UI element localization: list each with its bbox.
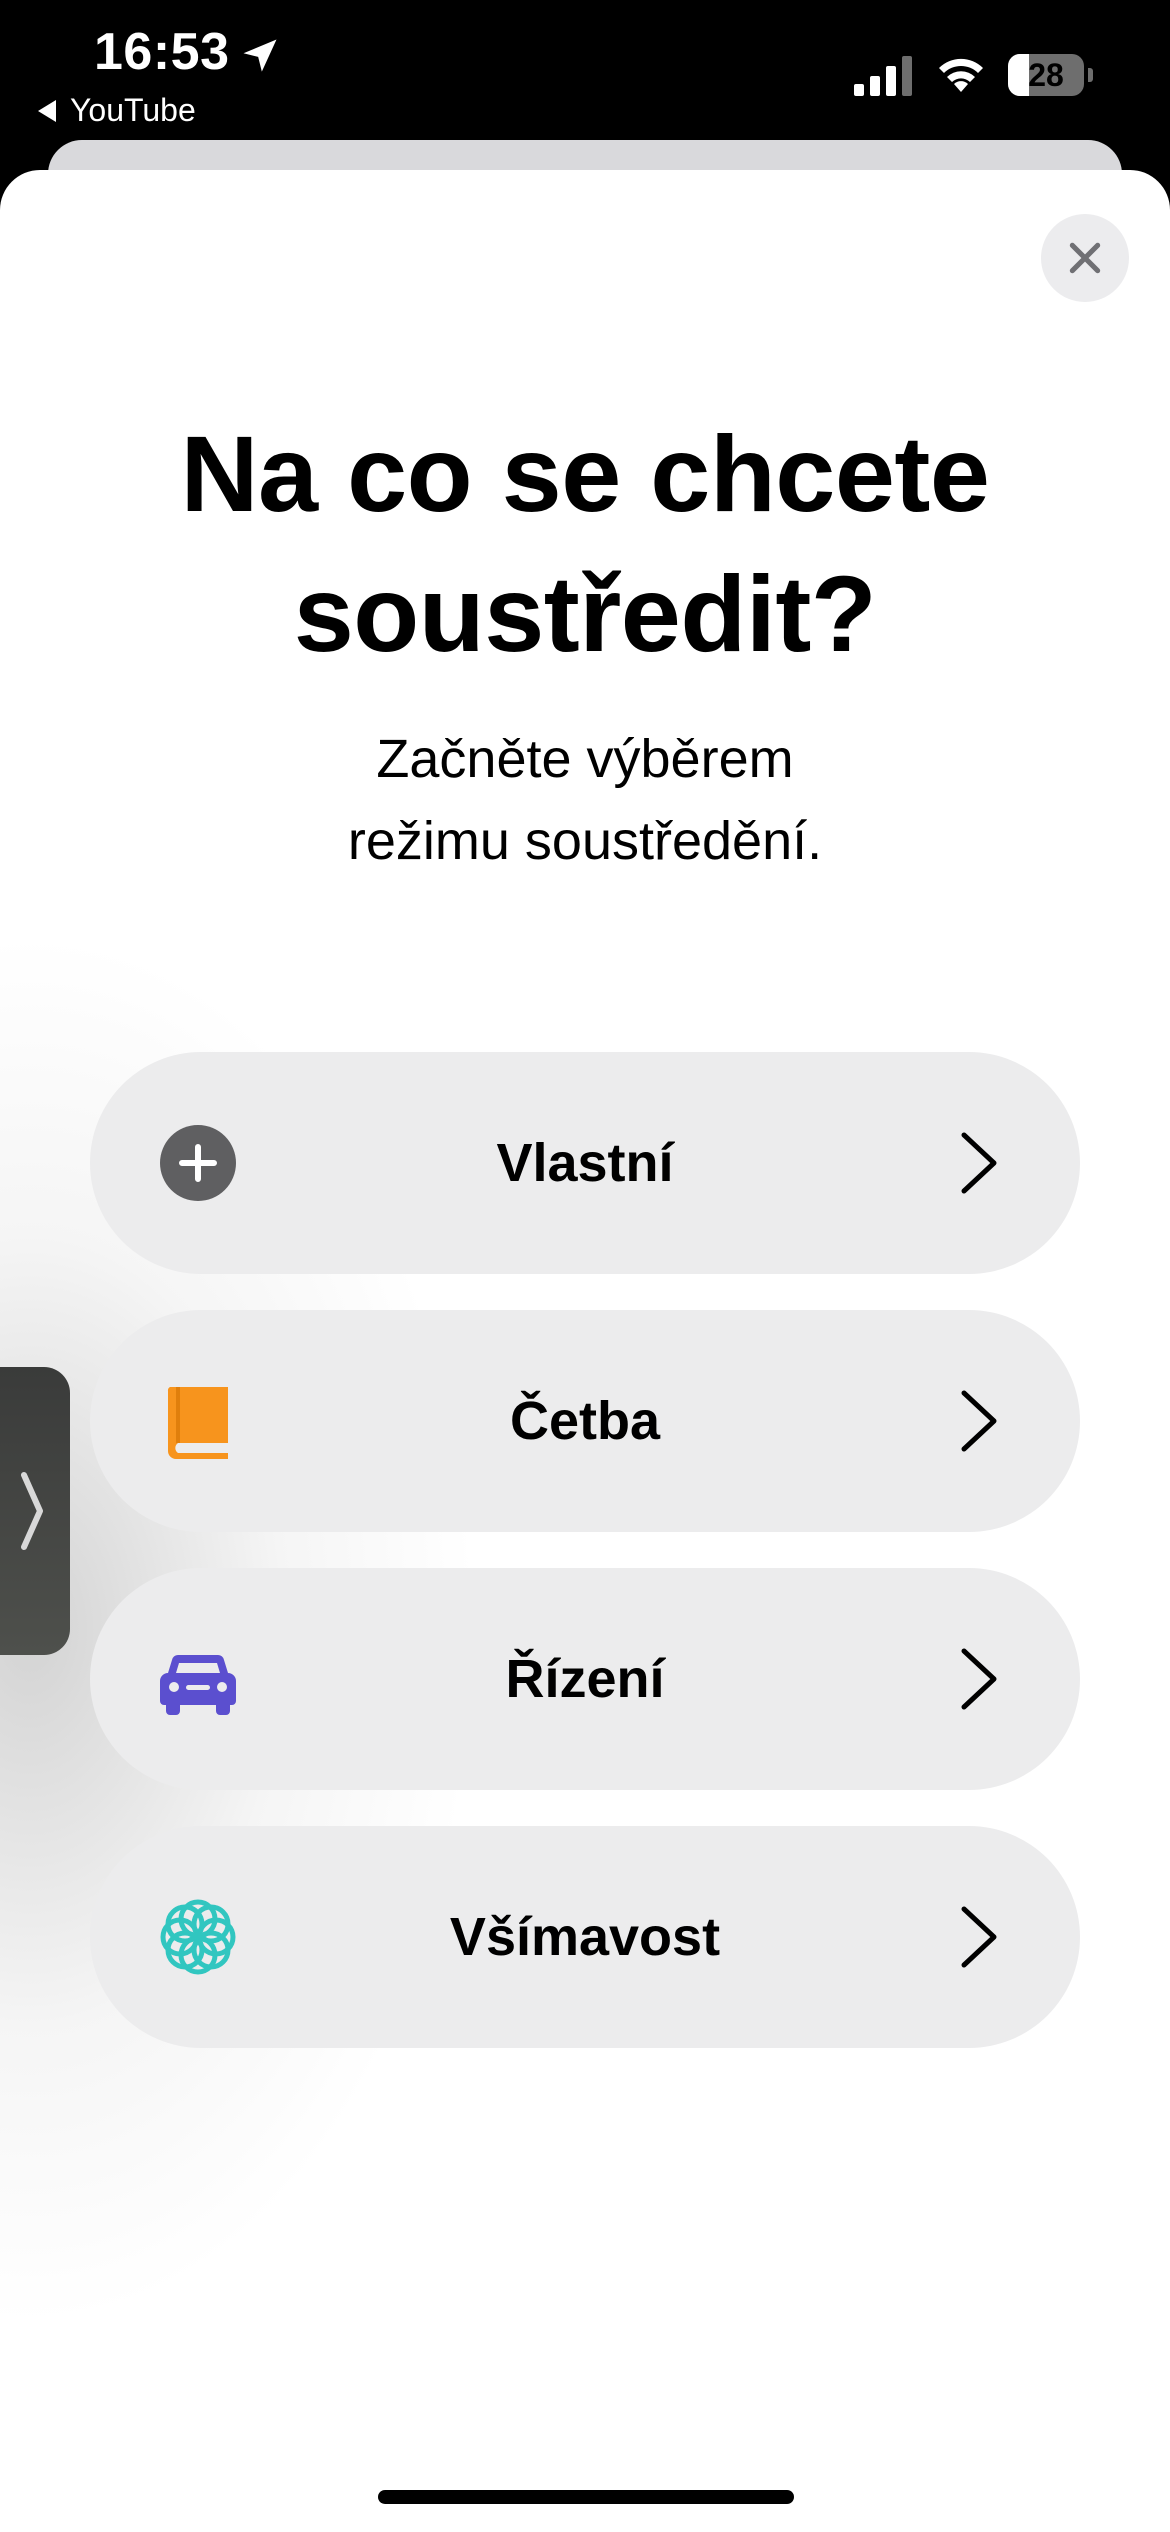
- option-label: Všímavost: [449, 1907, 721, 1967]
- back-triangle-icon: [38, 99, 56, 122]
- option-label: Četba: [509, 1391, 661, 1451]
- cellular-signal-icon: [854, 56, 912, 96]
- chevron-right-icon: [961, 1132, 997, 1194]
- status-bar: 16:53 YouTube 28: [0, 0, 1170, 140]
- option-custom[interactable]: Vlastní: [90, 1052, 1080, 1274]
- battery-icon: 28: [1008, 54, 1093, 96]
- close-icon: [1069, 242, 1101, 274]
- page-title: Na co se chcete soustředit?: [180, 413, 990, 674]
- option-label: Vlastní: [496, 1133, 674, 1193]
- side-pull-handle[interactable]: [0, 1367, 70, 1655]
- subtitle-line: režimu soustředění.: [347, 811, 823, 871]
- wifi-icon: [939, 58, 983, 92]
- chevron-right-icon: [961, 1390, 997, 1452]
- page-subtitle: Začněte výběrem režimu soustředění.: [0, 718, 1170, 882]
- location-arrow-icon: [243, 39, 277, 72]
- chevron-right-icon: [961, 1648, 997, 1710]
- option-reading[interactable]: Četba: [90, 1310, 1080, 1532]
- option-label: Řízení: [505, 1649, 665, 1709]
- close-button[interactable]: [1041, 214, 1129, 302]
- focus-setup-sheet: Na co se chcete soustředit? Začněte výbě…: [0, 170, 1170, 2532]
- option-mindfulness[interactable]: Všímavost: [90, 1826, 1080, 2048]
- subtitle-line: Začněte výběrem: [376, 729, 794, 789]
- back-to-app-button[interactable]: YouTube: [38, 92, 196, 129]
- chevron-right-icon: [961, 1906, 997, 1968]
- option-driving[interactable]: Řízení: [90, 1568, 1080, 1790]
- home-indicator[interactable]: [378, 2490, 794, 2504]
- status-time: 16:53: [94, 23, 230, 81]
- back-app-label: YouTube: [70, 92, 196, 128]
- chevron-right-icon: [21, 1472, 43, 1550]
- battery-level: 28: [1028, 57, 1064, 93]
